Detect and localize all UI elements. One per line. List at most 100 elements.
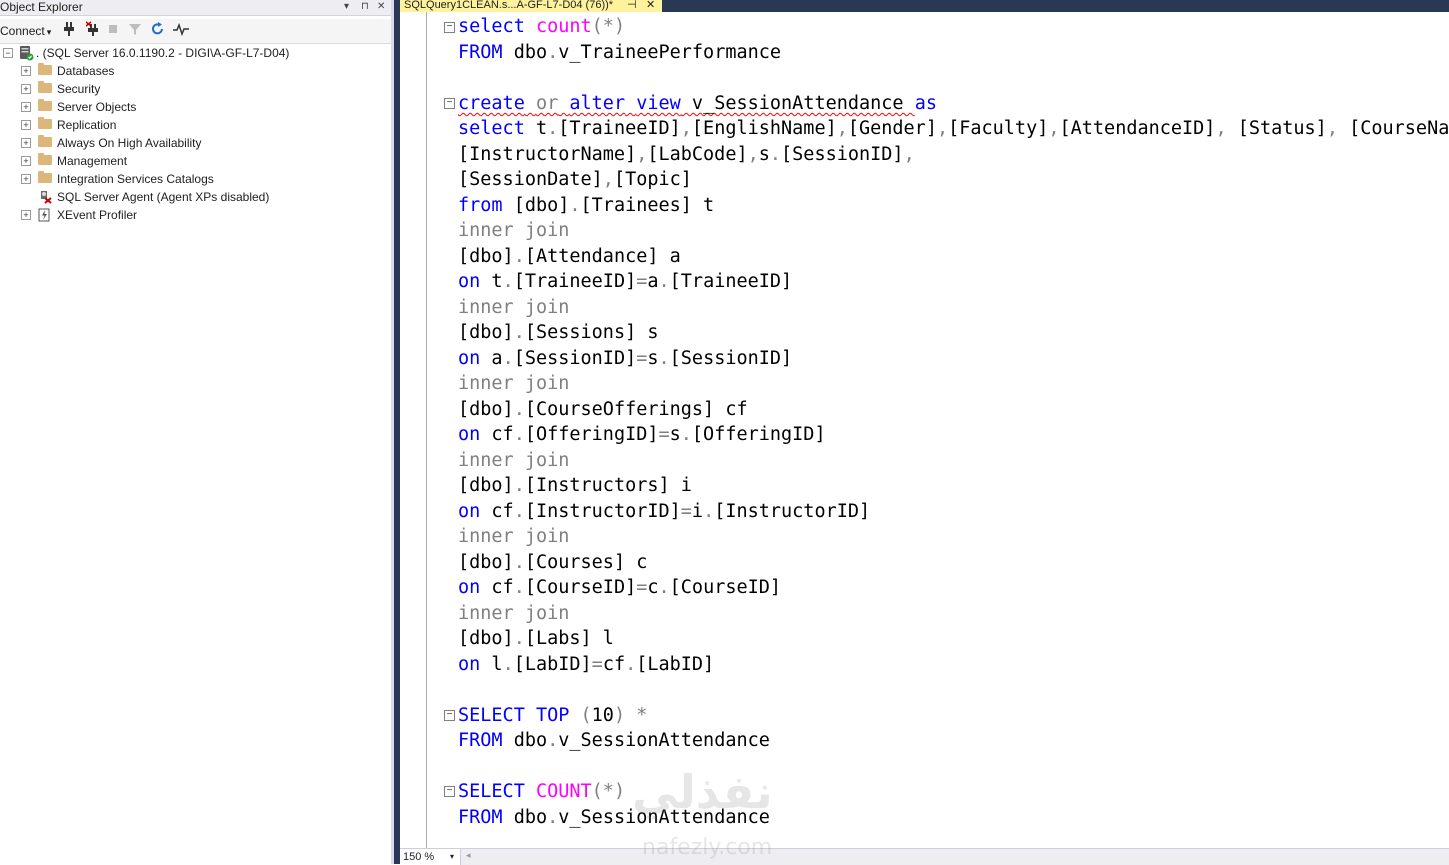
tab-sqlquery1[interactable]: SQLQuery1CLEAN.s...A-GF-L7-D04 (76))* ⊣ … — [400, 0, 662, 12]
object-explorer-toolbar: Connect ▾ — [0, 19, 394, 44]
expand-icon[interactable]: + — [21, 138, 31, 148]
connect-label: Connect — [0, 24, 45, 38]
xevent-icon — [38, 208, 50, 222]
auto-hide-pin-icon[interactable]: ⊓ — [361, 0, 369, 14]
folder-icon — [38, 135, 52, 147]
disconnect-plug-icon — [85, 21, 98, 36]
tree-item-label: Server Objects — [57, 100, 137, 114]
zoom-dropdown[interactable]: 150 % ▾ — [400, 849, 461, 865]
connect-object-explorer-button[interactable] — [62, 21, 78, 41]
code-line: inner join — [458, 373, 570, 394]
folder-icon — [38, 153, 52, 165]
tree-item-xevent-profiler[interactable]: + XEvent Profiler — [0, 206, 390, 224]
tab-title: SQLQuery1CLEAN.s...A-GF-L7-D04 (76))* — [404, 0, 614, 11]
folder-icon — [38, 99, 52, 111]
editor-status-bar: 150 % ▾ ◂ — [400, 848, 1449, 865]
tree-item-sql-server-agent[interactable]: SQL Server Agent (Agent XPs disabled) — [0, 188, 390, 206]
connect-caret-icon: ▾ — [46, 27, 52, 37]
code-line: select count(*) — [458, 16, 626, 37]
code-line: inner join — [458, 297, 570, 318]
code-line: [dbo].[CourseOfferings] cf — [458, 399, 748, 420]
refresh-icon — [152, 22, 163, 35]
code-line: [SessionDate],[Topic] — [458, 169, 692, 190]
pin-tab-icon[interactable]: ⊣ — [627, 0, 637, 12]
agent-icon — [41, 191, 52, 204]
code-line: from [dbo].[Trainees] t — [458, 195, 715, 216]
tree-item-label: SQL Server Agent (Agent XPs disabled) — [57, 190, 270, 204]
activity-monitor-icon — [173, 22, 189, 37]
tree-item-label: Always On High Availability — [57, 136, 202, 150]
connect-button[interactable]: Connect ▾ — [0, 21, 51, 41]
code-line: [dbo].[Labs] l — [458, 628, 614, 649]
expand-icon[interactable]: + — [21, 120, 31, 130]
zoom-level: 150 % — [403, 851, 435, 863]
code-line: SELECT COUNT(*) — [458, 781, 626, 802]
tree-item-security[interactable]: + Security — [0, 80, 390, 98]
collapse-icon[interactable]: − — [3, 48, 13, 58]
tree-item-label: Replication — [57, 118, 117, 132]
tree-item-label: Integration Services Catalogs — [57, 172, 214, 186]
object-explorer-title: Object Explorer — [0, 0, 83, 14]
close-tab-icon[interactable]: ✕ — [646, 0, 655, 12]
code-line: inner join — [458, 603, 570, 624]
tree-item-label: Security — [57, 82, 101, 96]
fold-marker-icon[interactable]: − — [444, 98, 455, 109]
code-line: inner join — [458, 526, 570, 547]
window-position-dropdown-icon[interactable]: ▾ — [344, 0, 349, 14]
expand-icon[interactable]: + — [21, 84, 31, 94]
code-line: FROM dbo.v_SessionAttendance — [458, 807, 770, 828]
folder-icon — [38, 81, 52, 93]
server-node[interactable]: − . (SQL Server 16.0.1190.2 - DIGI\A-GF-… — [0, 44, 390, 62]
gutter-separator — [426, 12, 427, 848]
chevron-down-icon: ▾ — [450, 852, 455, 861]
scroll-left-icon[interactable]: ◂ — [466, 850, 471, 861]
object-explorer-panel: Object Explorer ▾ ⊓ ✕ Connect ▾ − . (SQL… — [0, 0, 394, 864]
tree-item-always-on[interactable]: + Always On High Availability — [0, 134, 390, 152]
stop-button[interactable] — [108, 21, 120, 41]
code-line: FROM dbo.v_TraineePerformance — [458, 42, 782, 63]
activity-monitor-button[interactable] — [172, 21, 190, 41]
tree-item-label: Management — [57, 154, 128, 168]
expand-icon[interactable]: + — [21, 210, 31, 220]
tree-item-databases[interactable]: + Databases — [0, 62, 390, 80]
tree-item-management[interactable]: + Management — [0, 152, 390, 170]
folder-icon — [38, 171, 52, 183]
code-line: [dbo].[Sessions] s — [458, 322, 659, 343]
close-panel-icon[interactable]: ✕ — [377, 0, 385, 14]
expand-icon[interactable]: + — [21, 174, 31, 184]
code-line: on t.[TraineeID]=a.[TraineeID] — [458, 271, 793, 292]
fold-marker-icon[interactable]: − — [444, 710, 455, 721]
stop-icon — [109, 25, 117, 33]
code-line: [dbo].[Instructors] i — [458, 475, 692, 496]
plug-icon — [64, 22, 74, 36]
code-line: on cf.[OfferingID]=s.[OfferingID] — [458, 424, 826, 445]
tree-item-integration-services[interactable]: + Integration Services Catalogs — [0, 170, 390, 188]
tree-item-replication[interactable]: + Replication — [0, 116, 390, 134]
server-icon — [20, 46, 34, 61]
fold-marker-icon[interactable]: − — [444, 22, 455, 33]
query-editor[interactable]: − − − − select count(*) FROM dbo.v_Train… — [400, 12, 1449, 848]
tree-item-label: XEvent Profiler — [57, 208, 138, 222]
expand-icon[interactable]: + — [21, 66, 31, 76]
code-line: on l.[LabID]=cf.[LabID] — [458, 654, 715, 675]
expand-icon[interactable]: + — [21, 102, 31, 112]
code-line: on cf.[InstructorID]=i.[InstructorID] — [458, 501, 871, 522]
expand-icon[interactable]: + — [21, 156, 31, 166]
filter-button[interactable] — [128, 21, 142, 41]
refresh-button[interactable] — [150, 21, 166, 41]
filter-icon — [129, 24, 141, 35]
code-line: on cf.[CourseID]=c.[CourseID] — [458, 577, 782, 598]
tree-item-server-objects[interactable]: + Server Objects — [0, 98, 390, 116]
code-line: SELECT TOP (10) * — [458, 705, 648, 726]
server-node-label: . (SQL Server 16.0.1190.2 - DIGI\A-GF-L7… — [36, 46, 290, 60]
tree-item-label: Databases — [57, 64, 115, 78]
fold-marker-icon[interactable]: − — [444, 786, 455, 797]
code-line: on a.[SessionID]=s.[SessionID] — [458, 348, 793, 369]
object-explorer-titlebar: Object Explorer ▾ ⊓ ✕ — [0, 0, 394, 16]
folder-icon — [38, 63, 52, 75]
code-line: create or alter view v_SessionAttendance… — [458, 93, 937, 114]
code-line: [dbo].[Courses] c — [458, 552, 648, 573]
disconnect-button[interactable] — [85, 21, 102, 41]
code-line: select t.[TraineeID],[EnglishName],[Gend… — [458, 118, 1449, 139]
code-line: inner join — [458, 450, 570, 471]
